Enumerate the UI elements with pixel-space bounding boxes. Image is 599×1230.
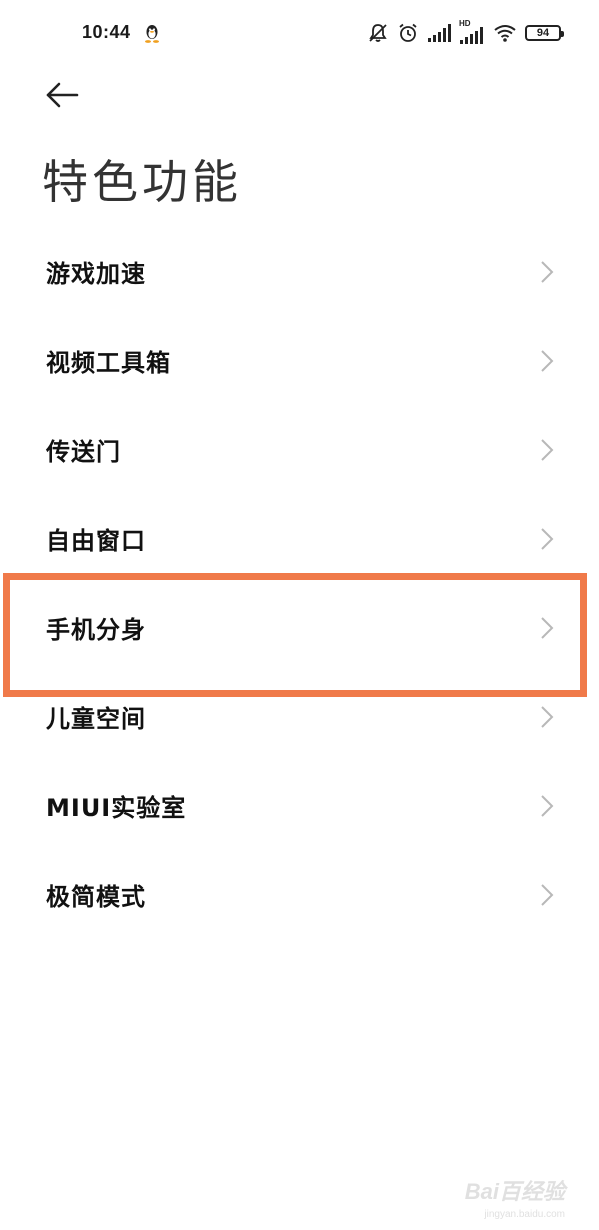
status-icons: HD 94	[367, 19, 564, 46]
qq-penguin-icon	[143, 24, 161, 44]
status-bar: 10:44 HD 94	[0, 0, 599, 66]
chevron-right-icon	[541, 883, 554, 906]
wifi-icon	[493, 23, 517, 43]
settings-list: 游戏加速 视频工具箱 传送门 自由窗口 手机分身 儿童空间 MIUI实验室 极简…	[0, 227, 599, 939]
settings-item-second-space[interactable]: 手机分身	[0, 583, 599, 672]
settings-item-game-turbo[interactable]: 游戏加速	[0, 227, 599, 316]
settings-item-label: 儿童空间	[46, 705, 146, 733]
battery-icon: 94	[525, 25, 564, 41]
settings-item-label: MIUI实验室	[46, 794, 187, 822]
settings-item-label: 自由窗口	[46, 527, 146, 555]
settings-item-label: 手机分身	[46, 616, 146, 644]
back-button[interactable]	[40, 76, 84, 114]
settings-item-label: 极简模式	[46, 883, 146, 911]
baidu-jingyan-watermark: Bai百经验 jingyan.baidu.com	[464, 1174, 565, 1220]
page-title: 特色功能	[42, 155, 242, 209]
watermark-logo: Bai百经验	[464, 1179, 565, 1204]
settings-item-video-toolbox[interactable]: 视频工具箱	[0, 316, 599, 405]
alarm-icon	[397, 22, 419, 44]
watermark-site: jingyan.baidu.com	[484, 1209, 565, 1220]
chevron-right-icon	[541, 527, 554, 550]
settings-item-floating-windows[interactable]: 自由窗口	[0, 494, 599, 583]
settings-item-kids-space[interactable]: 儿童空间	[0, 672, 599, 761]
chevron-right-icon	[541, 705, 554, 728]
signal-hd-icon: HD	[459, 19, 485, 44]
chevron-right-icon	[541, 349, 554, 372]
signal-icon	[427, 24, 451, 42]
chevron-right-icon	[541, 438, 554, 461]
back-arrow-icon	[46, 82, 79, 108]
settings-item-simple-mode[interactable]: 极简模式	[0, 850, 599, 939]
settings-item-label: 游戏加速	[46, 260, 146, 288]
settings-item-miui-lab[interactable]: MIUI实验室	[0, 761, 599, 850]
battery-level: 94	[536, 26, 550, 39]
chevron-right-icon	[541, 616, 554, 639]
mute-notifications-icon	[367, 22, 389, 44]
status-time: 10:44	[82, 22, 131, 42]
chevron-right-icon	[541, 260, 554, 283]
settings-item-label: 传送门	[46, 438, 121, 466]
settings-item-label: 视频工具箱	[46, 349, 171, 377]
settings-item-portal[interactable]: 传送门	[0, 405, 599, 494]
chevron-right-icon	[541, 794, 554, 817]
